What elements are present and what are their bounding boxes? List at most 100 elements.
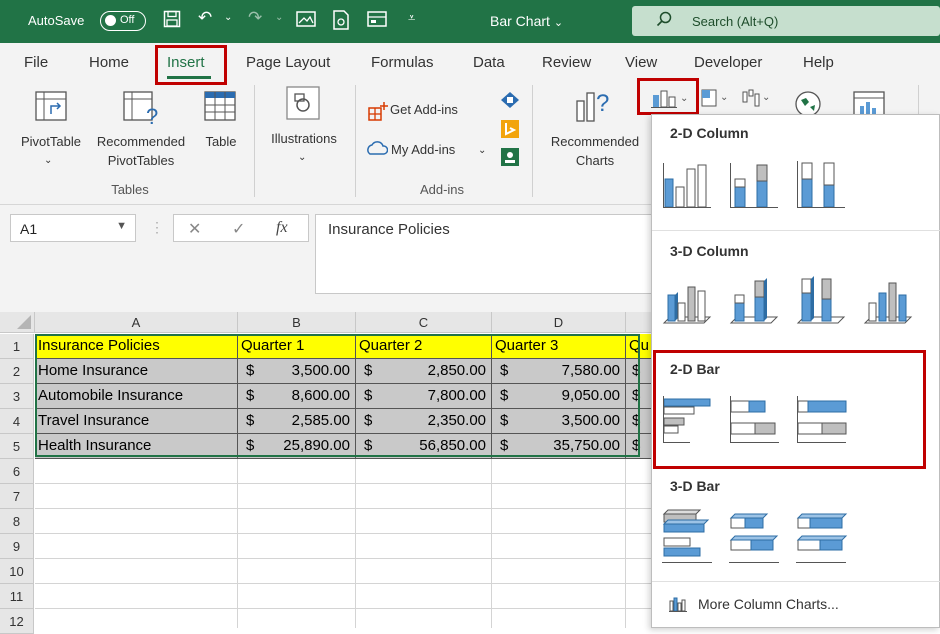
recommended-pivottables-label-1[interactable]: Recommended	[90, 132, 192, 151]
row-header[interactable]: 7	[0, 484, 34, 509]
cell-c2[interactable]: $2,850.00	[356, 359, 492, 384]
document-title-wrap[interactable]: Bar Chart ⌄	[490, 13, 563, 29]
visio-icon[interactable]	[500, 91, 520, 112]
cell-b5[interactable]: $25,890.00	[238, 434, 356, 459]
name-box[interactable]: A1 ▼	[10, 214, 136, 242]
cell-e3[interactable]: $	[626, 384, 652, 409]
cell-b3[interactable]: $8,600.00	[238, 384, 356, 409]
stacked-bar-icon[interactable]	[727, 393, 781, 447]
recommended-pivottables-icon[interactable]: ?	[122, 90, 162, 129]
tab-formulas[interactable]: Formulas	[371, 54, 434, 71]
3d-clustered-column-icon[interactable]	[660, 273, 714, 327]
cell-d2[interactable]: $7,580.00	[492, 359, 626, 384]
tab-review[interactable]: Review	[542, 54, 591, 71]
hierarchy-chart-icon[interactable]: ⌄	[700, 88, 732, 111]
people-graph-icon[interactable]	[500, 147, 520, 170]
illustrations-dropdown-icon[interactable]: ⌄	[298, 148, 306, 167]
cell-a5[interactable]: Health Insurance	[35, 434, 238, 459]
cell-e1[interactable]: Qu	[626, 334, 652, 359]
row-header[interactable]: 8	[0, 509, 34, 534]
save-icon[interactable]	[163, 10, 181, 33]
cell-a4[interactable]: Travel Insurance	[35, 409, 238, 434]
more-column-charts-link[interactable]: More Column Charts...	[698, 596, 839, 612]
row-header[interactable]: 3	[0, 384, 34, 409]
search-box[interactable]: Search (Alt+Q)	[632, 6, 940, 36]
stacked-column-icon[interactable]	[727, 157, 781, 211]
picture-icon[interactable]	[296, 10, 316, 33]
tab-help[interactable]: Help	[803, 54, 834, 71]
print-preview-icon[interactable]	[332, 10, 350, 35]
redo-icon[interactable]: ↷	[248, 8, 262, 28]
row-header[interactable]: 9	[0, 534, 34, 559]
cell-d5[interactable]: $35,750.00	[492, 434, 626, 459]
tab-file[interactable]: File	[24, 54, 48, 71]
cell-d1[interactable]: Quarter 3	[492, 334, 626, 359]
cell-d4[interactable]: $3,500.00	[492, 409, 626, 434]
recommended-charts-label-2[interactable]: Charts	[540, 151, 650, 170]
3d-stacked-column-icon[interactable]	[727, 273, 781, 327]
row-header[interactable]: 2	[0, 359, 34, 384]
column-header-c[interactable]: C	[356, 312, 492, 333]
tab-page-layout[interactable]: Page Layout	[246, 54, 330, 71]
row-header[interactable]: 6	[0, 459, 34, 484]
get-addins-label[interactable]: Get Add-ins	[390, 100, 458, 119]
clustered-column-icon[interactable]	[660, 157, 714, 211]
cell-c1[interactable]: Quarter 2	[356, 334, 492, 359]
stacked-100-bar-icon[interactable]	[794, 393, 848, 447]
customize-toolbar-icon[interactable]: ⩡	[408, 10, 415, 26]
waterfall-chart-icon[interactable]: ⌄	[740, 88, 772, 111]
redo-dropdown-icon[interactable]: ⌄	[275, 12, 283, 23]
tab-developer[interactable]: Developer	[694, 54, 762, 71]
insert-function-icon[interactable]: fx	[276, 219, 288, 237]
cell-b4[interactable]: $2,585.00	[238, 409, 356, 434]
cell-d3[interactable]: $9,050.00	[492, 384, 626, 409]
cell-a3[interactable]: Automobile Insurance	[35, 384, 238, 409]
row-header[interactable]: 11	[0, 584, 34, 609]
form-icon[interactable]	[367, 10, 387, 33]
enter-icon[interactable]: ✓	[232, 219, 245, 239]
stacked-100-column-icon[interactable]	[794, 157, 848, 211]
cancel-icon[interactable]: ✕	[188, 219, 201, 239]
cell-a2[interactable]: Home Insurance	[35, 359, 238, 384]
row-header[interactable]: 4	[0, 409, 34, 434]
cell-e5[interactable]: $	[626, 434, 652, 459]
row-header[interactable]: 10	[0, 559, 34, 584]
my-addins-dropdown-icon[interactable]: ⌄	[478, 141, 486, 160]
table-icon[interactable]	[203, 90, 237, 125]
column-header-d[interactable]: D	[492, 312, 626, 333]
chevron-down-icon[interactable]: ▼	[116, 220, 127, 232]
formula-input[interactable]: Insurance Policies	[315, 214, 655, 294]
table-label[interactable]: Table	[200, 132, 242, 151]
cell-c4[interactable]: $2,350.00	[356, 409, 492, 434]
cell-b1[interactable]: Quarter 1	[238, 334, 356, 359]
pivottable-dropdown-icon[interactable]: ⌄	[44, 151, 52, 170]
drag-handle-icon[interactable]: ⋮	[150, 219, 164, 236]
select-all-corner[interactable]	[0, 312, 35, 333]
row-header[interactable]: 12	[0, 609, 34, 634]
3d-stacked-100-column-icon[interactable]	[794, 273, 848, 327]
recommended-charts-label-1[interactable]: Recommended	[540, 132, 650, 151]
illustrations-icon[interactable]	[285, 85, 321, 124]
cell-c3[interactable]: $7,800.00	[356, 384, 492, 409]
my-addins-icon[interactable]	[366, 140, 389, 161]
cell-b2[interactable]: $3,500.00	[238, 359, 356, 384]
tab-data[interactable]: Data	[473, 54, 505, 71]
recommended-charts-icon[interactable]: ?	[573, 85, 613, 128]
row-header[interactable]: 1	[0, 334, 34, 359]
cell-a1[interactable]: Insurance Policies	[35, 334, 238, 359]
pivottable-label[interactable]: PivotTable	[14, 132, 88, 151]
3d-column-icon[interactable]	[861, 273, 915, 327]
cell-c5[interactable]: $56,850.00	[356, 434, 492, 459]
tab-home[interactable]: Home	[89, 54, 129, 71]
3d-clustered-bar-icon[interactable]	[660, 508, 714, 563]
get-addins-icon[interactable]	[368, 101, 388, 124]
3d-stacked-bar-icon[interactable]	[727, 508, 781, 563]
pivottable-icon[interactable]	[34, 90, 68, 125]
undo-dropdown-icon[interactable]: ⌄	[224, 12, 232, 23]
cell-e2[interactable]: $	[626, 359, 652, 384]
cell-e4[interactable]: $	[626, 409, 652, 434]
illustrations-label[interactable]: Illustrations	[262, 129, 346, 148]
my-addins-label[interactable]: My Add-ins	[391, 140, 455, 159]
clustered-bar-icon[interactable]	[660, 393, 714, 447]
recommended-pivottables-label-2[interactable]: PivotTables	[90, 151, 192, 170]
